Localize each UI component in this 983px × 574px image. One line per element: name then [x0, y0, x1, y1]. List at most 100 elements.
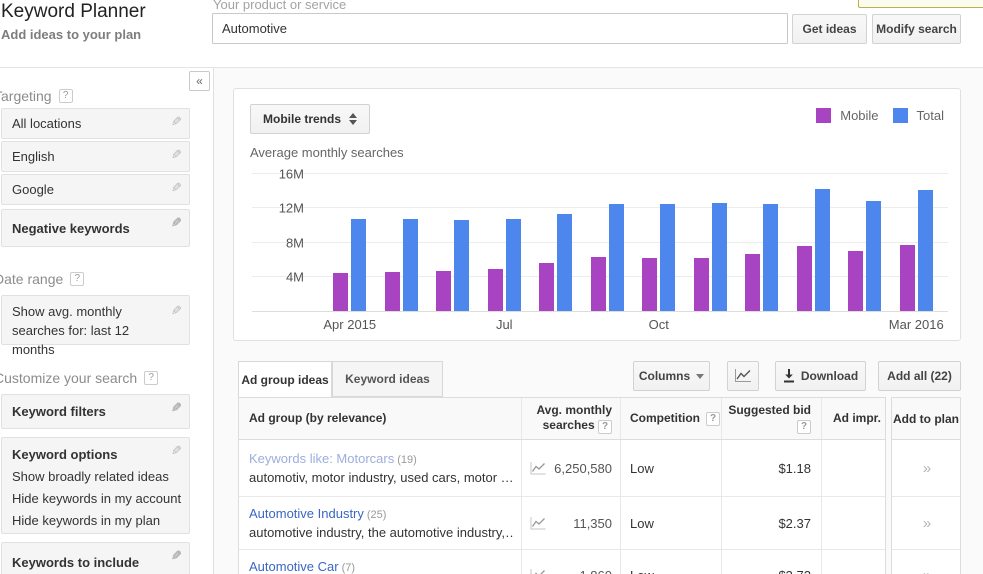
total-bar	[351, 219, 367, 311]
add-all-button[interactable]: Add all (22)	[878, 361, 961, 391]
graph-toggle-button[interactable]	[727, 361, 759, 391]
total-bar	[917, 190, 933, 311]
product-service-input[interactable]	[212, 13, 788, 44]
review-plan-button-cutoff[interactable]	[858, 0, 983, 8]
customize-section-label: Customize your search ?	[0, 370, 159, 386]
keyword-filters-label: Keyword filters	[12, 404, 106, 419]
trend-mini-chart-icon[interactable]	[530, 461, 546, 475]
edit-pencil-icon[interactable]: ✎	[171, 215, 182, 231]
col-header-competition[interactable]: Competition ?	[620, 398, 721, 439]
add-to-plan-row: »	[891, 550, 961, 574]
tab-keyword-ideas[interactable]: Keyword ideas	[332, 361, 443, 397]
add-to-plan-chevron-icon[interactable]: »	[923, 515, 931, 532]
col-header-avg-monthly-searches[interactable]: Avg. monthly searches ?	[521, 398, 620, 439]
edit-pencil-icon[interactable]: ✎	[171, 548, 182, 564]
total-swatch-icon	[892, 108, 908, 123]
date-range-section-label: Date range ?	[0, 271, 85, 287]
edit-pencil-icon[interactable]: ✎	[171, 400, 182, 416]
add-to-plan-chevron-icon[interactable]: »	[923, 460, 931, 477]
y-axis-tick: 8M	[285, 235, 304, 251]
page-subtitle: Add ideas to your plan	[1, 27, 142, 42]
x-axis-baseline	[252, 311, 948, 312]
total-bar	[505, 219, 521, 311]
total-bar	[763, 204, 779, 311]
y-axis-tick: 4M	[285, 269, 304, 285]
edit-pencil-icon[interactable]: ✎	[171, 443, 182, 459]
bar-chart-plot: 16M 12M 8M 4M Apr 2015 Jul Oct Mar 2016	[252, 166, 948, 332]
sidebar-item-keyword-options[interactable]: Keyword options Show broadly related ide…	[1, 437, 190, 534]
network-value: Google	[12, 182, 54, 197]
ad-group-link[interactable]: Automotive Car	[249, 559, 339, 574]
targeting-section-label: Targeting ?	[0, 88, 73, 104]
help-icon[interactable]: ?	[598, 420, 612, 434]
mobile-bar	[642, 258, 658, 311]
help-icon[interactable]: ?	[144, 371, 159, 385]
total-bar	[814, 189, 830, 311]
ad-group-link[interactable]: Automotive Industry	[249, 506, 364, 521]
table-header-row: Ad group (by relevance) Avg. monthly sea…	[238, 397, 886, 440]
competition-cell: Low	[620, 440, 721, 496]
ad-group-cell: Automotive Car(7)automotive cars, automo…	[239, 550, 521, 574]
sidebar-item-date-range[interactable]: Show avg. monthly searches for: last 12 …	[1, 295, 190, 357]
col-header-suggested-bid[interactable]: Suggested bid ?	[721, 398, 821, 439]
total-bar	[711, 203, 727, 311]
negative-keywords-label: Negative keywords	[12, 220, 130, 236]
ad-group-cell: Keywords like: Motorcars (19) automotiv, m…	[239, 440, 521, 496]
targeting-label-text: Targeting	[0, 88, 52, 104]
sidebar-item-locations[interactable]: All locations ✎	[1, 108, 190, 139]
sidebar-item-keyword-filters[interactable]: Keyword filters ✎	[1, 394, 190, 429]
columns-label: Columns	[638, 369, 691, 383]
col-header-ad-group[interactable]: Ad group (by relevance)	[239, 398, 521, 439]
sidebar-item-negative-keywords[interactable]: Negative keywords ✎	[1, 209, 190, 247]
trend-mini-chart-icon[interactable]	[530, 516, 546, 530]
help-icon[interactable]: ?	[797, 420, 811, 434]
date-range-value: Show avg. monthly searches for: last 12 …	[12, 304, 130, 357]
sidebar-item-language[interactable]: English ✎	[1, 141, 190, 172]
bar-group	[685, 169, 737, 311]
sidebar-collapse-icon[interactable]: «	[189, 71, 210, 91]
avg-searches-cell: 1,860	[521, 550, 620, 574]
keyword-count: (7)	[341, 561, 356, 574]
modify-search-label: Modify search	[876, 22, 957, 36]
ad-group-link[interactable]: Keywords like: Motorcars	[249, 451, 394, 466]
ad-group-ideas-table: Ad group (by relevance) Avg. monthly sea…	[238, 397, 886, 574]
help-icon[interactable]: ?	[58, 89, 73, 103]
total-bar	[557, 214, 573, 311]
help-icon[interactable]: ?	[706, 411, 720, 426]
add-to-plan-row: »	[891, 497, 961, 550]
mobile-bar	[436, 271, 452, 311]
locations-value: All locations	[12, 116, 82, 131]
legend-total: Total	[892, 108, 944, 123]
get-ideas-button[interactable]: Get ideas	[792, 14, 867, 44]
y-axis-tick: 16M	[278, 166, 304, 182]
avg-searches-cell: 11,350	[521, 497, 620, 549]
trend-mini-chart-icon[interactable]	[530, 569, 546, 574]
edit-pencil-icon[interactable]: ✎	[171, 147, 182, 163]
ad-group-keywords: automotive industry, the automotive indu…	[249, 525, 513, 540]
col-header-ad-impr[interactable]: Ad impr.	[821, 398, 883, 439]
mobile-bar	[693, 258, 709, 311]
sidebar-item-keywords-to-include[interactable]: Keywords to include ✎	[1, 542, 190, 574]
edit-pencil-icon[interactable]: ✎	[171, 301, 182, 320]
language-value: English	[12, 149, 55, 164]
competition-header-label: Competition	[630, 411, 700, 425]
bar-group	[376, 169, 428, 311]
edit-pencil-icon[interactable]: ✎	[171, 180, 182, 196]
edit-pencil-icon[interactable]: ✎	[171, 114, 182, 130]
line-chart-icon	[735, 369, 751, 382]
mobile-bar	[848, 251, 864, 311]
modify-search-button[interactable]: Modify search	[872, 14, 961, 44]
mobile-bar	[590, 257, 606, 311]
trend-selector-dropdown[interactable]: Mobile trends	[250, 104, 371, 134]
suggested-bid-cell: $1.18	[721, 440, 821, 496]
help-icon[interactable]: ?	[70, 272, 85, 286]
x-axis-label: Apr 2015	[323, 317, 377, 332]
search-field-label: Your product or service	[213, 0, 347, 12]
download-button[interactable]: Download	[775, 361, 866, 391]
columns-dropdown-button[interactable]: Columns	[633, 361, 710, 391]
sidebar-item-network[interactable]: Google ✎	[1, 174, 190, 205]
tab-ad-group-ideas[interactable]: Ad group ideas	[238, 361, 332, 397]
add-to-plan-chevron-icon[interactable]: »	[923, 567, 931, 574]
mobile-bar	[487, 269, 503, 311]
total-bar	[402, 219, 418, 311]
